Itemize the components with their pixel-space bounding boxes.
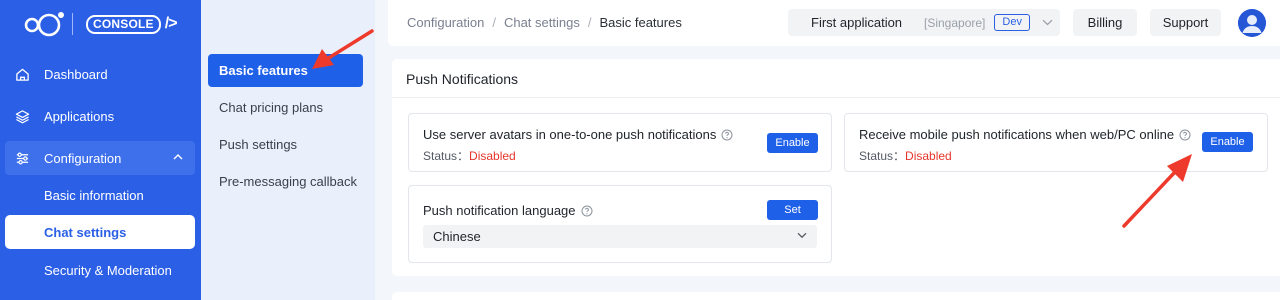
env-badge: Dev [994,14,1030,31]
sidebar-item-configuration[interactable]: Configuration [5,141,195,175]
section-divider [392,97,1280,98]
console-wordmark: CONSOLE /> [86,14,178,34]
subnav-item-label: Push settings [219,137,298,152]
status-value: Disabled [469,149,516,163]
setting-title: Use server avatars in one-to-one push no… [423,127,733,142]
breadcrumb: Configuration / Chat settings / Basic fe… [407,15,682,30]
setting-server-avatars: Use server avatars in one-to-one push no… [408,113,832,172]
application-selector[interactable]: First application [Singapore] Dev [788,9,1060,36]
subnav-item-label: Chat pricing plans [219,100,324,115]
setting-push-language: Push notification language Set Chinese [408,185,832,263]
logo-divider [72,13,73,35]
status-value: Disabled [905,149,952,163]
user-avatar-icon [1238,9,1266,37]
app-region: [Singapore] [924,15,986,30]
section-title: Push Notifications [406,71,519,87]
setting-mobile-push-when-online: Receive mobile push notifications when w… [844,113,1268,172]
setting-status: Status：Disabled [423,147,516,164]
language-selected-value: Chinese [433,229,481,244]
breadcrumb-item-chat-settings[interactable]: Chat settings [504,15,580,30]
subnav-item-label: Pre-messaging callback [219,174,358,189]
sidebar-item-dashboard[interactable]: Dashboard [0,57,201,91]
chevron-down-icon [797,232,807,239]
sidebar-subitem-label: Chat settings [44,224,127,240]
sidebar-item-label: Applications [44,108,115,124]
subnav-item-push-settings[interactable]: Push settings [208,128,363,161]
status-label: Status： [859,149,906,163]
setting-status: Status：Disabled [859,147,952,164]
sidebar-subitem-chat-settings[interactable]: Chat settings [5,215,195,249]
breadcrumb-item-configuration[interactable]: Configuration [407,15,484,30]
setting-title: Receive mobile push notifications when w… [859,127,1191,142]
push-notifications-card: Push Notifications Use server avatars in… [392,59,1280,276]
avatar[interactable] [1238,9,1266,37]
enable-mobile-push-button[interactable]: Enable [1202,132,1253,152]
help-icon[interactable] [581,205,593,217]
help-icon[interactable] [721,129,733,141]
chevron-down-icon [1042,19,1053,26]
set-language-button[interactable]: Set [767,200,818,220]
home-icon [14,66,30,82]
chat-settings-subnav: Basic features Chat pricing plans Push s… [201,0,375,300]
subnav-item-chat-pricing-plans[interactable]: Chat pricing plans [208,91,363,124]
help-icon[interactable] [1179,129,1191,141]
brand-logo-icon [24,12,64,37]
sliders-icon [14,150,30,166]
subnav-item-label: Basic features [219,63,308,78]
layers-icon [14,108,30,124]
top-header: Configuration / Chat settings / Basic fe… [388,0,1280,46]
subnav-item-pre-messaging-callback[interactable]: Pre-messaging callback [208,165,363,198]
next-section-card [392,292,1280,300]
enable-server-avatars-button[interactable]: Enable [767,133,818,153]
app-name: First application [811,15,903,30]
breadcrumb-separator: / [587,15,592,30]
support-button[interactable]: Support [1150,9,1221,36]
main-sidebar: CONSOLE /> Dashboard Applications Config… [0,0,201,300]
sidebar-item-label: Configuration [44,150,122,166]
setting-title-text: Receive mobile push notifications when w… [859,127,1175,142]
breadcrumb-separator: / [492,15,496,30]
setting-title-text: Use server avatars in one-to-one push no… [423,127,717,142]
sidebar-item-label: Dashboard [44,66,108,82]
status-label: Status： [423,149,470,163]
console-code-glyph: /> [164,15,178,32]
breadcrumb-item-current: Basic features [599,15,682,30]
sidebar-item-applications[interactable]: Applications [0,99,201,133]
billing-button[interactable]: Billing [1073,9,1137,36]
sidebar-subitem-security-moderation[interactable]: Security & Moderation [0,253,201,287]
setting-title: Push notification language [423,203,593,218]
sidebar-subitem-label: Security & Moderation [44,262,172,278]
console-label: CONSOLE [86,14,161,34]
sidebar-subitem-basic-information[interactable]: Basic information [0,178,201,212]
setting-title-text: Push notification language [423,203,576,218]
console-logo[interactable]: CONSOLE /> [24,10,178,38]
language-select[interactable]: Chinese [423,225,817,248]
chevron-up-icon [173,154,183,160]
subnav-item-basic-features[interactable]: Basic features [208,54,363,87]
sidebar-subitem-label: Basic information [44,187,144,203]
